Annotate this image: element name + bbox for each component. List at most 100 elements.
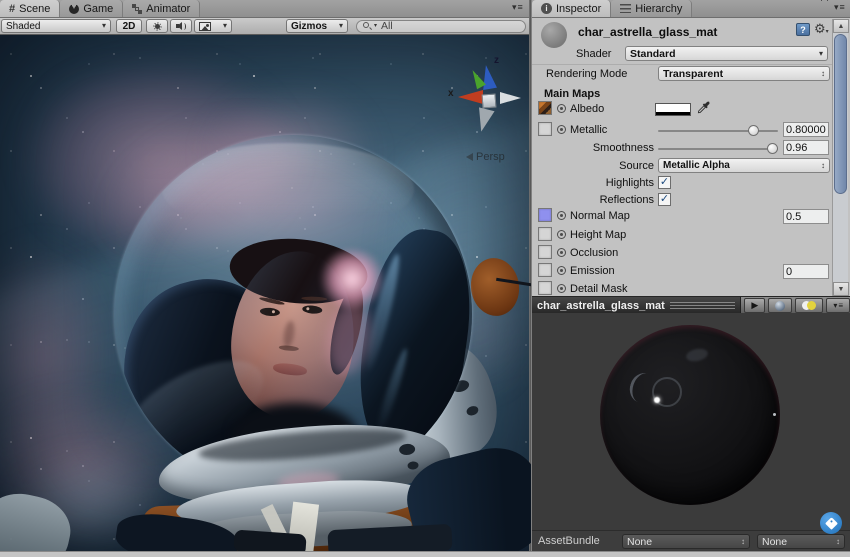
metallic-slider-knob[interactable] <box>748 125 759 136</box>
rendering-mode-dropdown[interactable]: Transparent ↕ <box>658 66 830 81</box>
2d-toggle-button[interactable]: 2D <box>116 19 142 33</box>
gizmo-axis-front-icon[interactable] <box>473 107 494 133</box>
normal-map-value-field[interactable] <box>783 209 829 224</box>
metallic-target-icon[interactable] <box>557 125 566 134</box>
detail-mask-label: Detail Mask <box>570 283 627 295</box>
preview-title-bar[interactable]: char_astrella_glass_mat <box>532 297 741 314</box>
assetbundle-variant-dropdown[interactable]: None ↕ <box>757 534 845 549</box>
preview-play-button[interactable]: ▶ <box>744 298 765 313</box>
tab-inspector[interactable]: i Inspector <box>532 0 611 17</box>
scene-audio-button[interactable] <box>170 19 192 33</box>
scene-lighting-button[interactable] <box>146 19 168 33</box>
tab-game-label: Game <box>83 3 113 15</box>
gizmo-x-axis-icon[interactable] <box>458 90 483 104</box>
scroll-down-button[interactable]: ▼ <box>833 282 849 296</box>
scene-orientation-gizmo[interactable]: z x Persp <box>448 57 531 172</box>
preview-header: char_astrella_glass_mat ▶ ▾≡ <box>532 296 850 313</box>
gear-icon[interactable]: ⚙▾ <box>814 21 829 37</box>
game-icon <box>69 4 79 14</box>
assetbundle-variant-value: None <box>762 536 836 548</box>
gizmos-dropdown[interactable]: Gizmos ▾ <box>286 19 348 33</box>
source-dropdown[interactable]: Metallic Alpha ↕ <box>658 158 830 173</box>
normal-map-target-icon[interactable] <box>557 211 566 220</box>
asset-labels-button[interactable] <box>820 512 842 534</box>
preview-lighting-button[interactable] <box>795 298 823 313</box>
normal-map-thumbnail[interactable] <box>538 208 552 222</box>
occlusion-target-icon[interactable] <box>557 248 566 257</box>
highlights-label: Highlights <box>532 177 654 189</box>
image-icon <box>199 22 211 31</box>
separator <box>532 64 832 65</box>
occlusion-thumbnail[interactable] <box>538 245 552 259</box>
sphere-highlight-dot <box>654 397 660 403</box>
albedo-target-icon[interactable] <box>557 104 566 113</box>
emission-value-field[interactable] <box>783 264 829 279</box>
reflections-checkbox[interactable]: ✓ <box>658 193 671 206</box>
tab-animator[interactable]: Animator <box>123 0 200 17</box>
emission-thumbnail[interactable] <box>538 263 552 277</box>
smoothness-label: Smoothness <box>532 142 654 154</box>
gizmo-axis-white-icon[interactable] <box>500 92 521 104</box>
tab-hierarchy[interactable]: Hierarchy <box>611 0 692 17</box>
inspector-scrollbar[interactable]: ▲ ▼ <box>832 19 848 296</box>
sun-icon <box>153 22 162 31</box>
updown-arrow-icon: ↕ <box>836 537 840 546</box>
material-preview-sphere <box>600 325 780 505</box>
rendering-mode-value: Transparent <box>663 68 821 80</box>
preview-sphere-button[interactable] <box>768 298 792 313</box>
scene-search-field[interactable]: ▾ <box>356 20 526 33</box>
check-icon: ✓ <box>660 194 669 205</box>
detail-mask-thumbnail[interactable] <box>538 281 552 295</box>
emission-target-icon[interactable] <box>557 266 566 275</box>
gizmo-persp-label[interactable]: Persp <box>466 151 505 163</box>
scene-pane-menu-icon[interactable]: ▾≡ <box>512 3 523 12</box>
inspector-pane-menu-icon[interactable]: ▾≡ <box>834 3 845 12</box>
height-map-label: Height Map <box>570 229 626 241</box>
smoothness-slider[interactable] <box>658 148 778 150</box>
scene-viewport[interactable]: z x Persp <box>0 35 531 551</box>
assetbundle-dropdown[interactable]: None ↕ <box>622 534 750 549</box>
height-map-thumbnail[interactable] <box>538 227 552 241</box>
tab-game[interactable]: Game <box>60 0 123 17</box>
eyedropper-icon[interactable] <box>697 101 711 118</box>
shading-mode-dropdown[interactable]: Shaded ▾ <box>1 19 111 33</box>
shader-value: Standard <box>630 48 819 60</box>
tag-icon <box>825 517 838 530</box>
chevron-down-icon: ▾ <box>102 22 106 30</box>
albedo-color-swatch[interactable] <box>655 103 691 116</box>
metallic-slider[interactable] <box>658 130 778 132</box>
sphere-icon <box>775 301 785 311</box>
glass-top-highlight <box>162 143 414 235</box>
reflections-label: Reflections <box>532 194 654 206</box>
help-icon[interactable]: ? <box>796 23 810 36</box>
smoothness-slider-knob[interactable] <box>767 143 778 154</box>
height-map-target-icon[interactable] <box>557 230 566 239</box>
material-preview-area[interactable] <box>532 313 850 530</box>
search-input[interactable] <box>379 19 519 33</box>
gizmo-center-cube[interactable] <box>482 94 497 109</box>
play-icon: ▶ <box>751 301 758 310</box>
metallic-texture-thumbnail[interactable] <box>538 122 552 136</box>
highlights-checkbox[interactable]: ✓ <box>658 176 671 189</box>
shader-dropdown[interactable]: Standard ▾ <box>625 46 828 61</box>
scene-toolbar: Shaded ▾ 2D ▾ Gizmos <box>0 18 531 35</box>
info-icon: i <box>541 3 552 14</box>
rendering-mode-label: Rendering Mode <box>546 68 627 80</box>
drag-handle[interactable] <box>670 302 736 309</box>
chevron-down-icon: ▾ <box>223 22 227 30</box>
preview-menu-button[interactable]: ▾≡ <box>826 298 850 313</box>
updown-arrow-icon: ↕ <box>741 537 745 546</box>
scrollbar-thumb[interactable] <box>834 34 847 194</box>
scene-effects-dropdown[interactable]: ▾ <box>194 19 232 33</box>
check-icon: ✓ <box>660 177 669 188</box>
sphere-reflection-smudge <box>685 347 709 363</box>
tab-inspector-label: Inspector <box>556 3 601 15</box>
smoothness-value-field[interactable] <box>783 140 829 155</box>
metallic-value-field[interactable] <box>783 122 829 137</box>
tab-scene-label: Scene <box>19 3 50 15</box>
detail-mask-target-icon[interactable] <box>557 284 566 293</box>
scroll-up-button[interactable]: ▲ <box>833 19 849 33</box>
main-maps-header: Main Maps <box>544 88 600 100</box>
albedo-texture-thumbnail[interactable] <box>538 101 552 115</box>
tab-scene[interactable]: # Scene <box>0 0 60 17</box>
